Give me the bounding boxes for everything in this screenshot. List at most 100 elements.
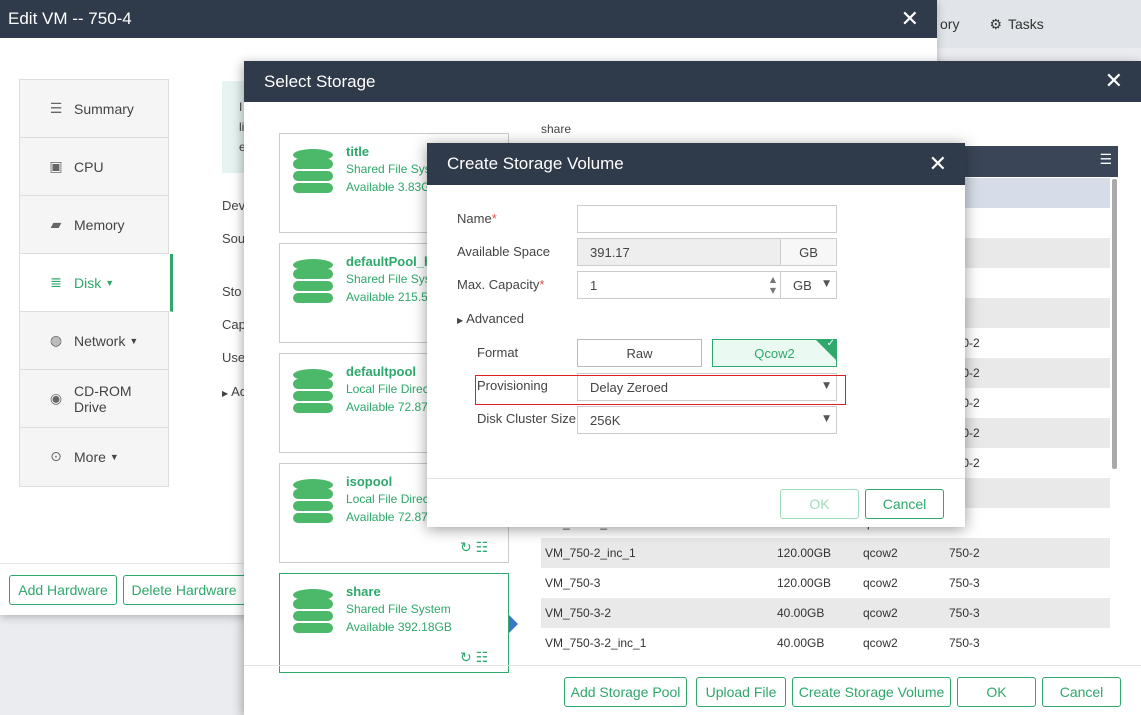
table-row[interactable]: VM_750-2_inc_1 120.00GB qcow2 750-2 <box>541 538 1110 568</box>
top-bar: ory ⚙ Tasks <box>936 0 1141 48</box>
table-scrollbar[interactable] <box>1112 179 1117 469</box>
table-row[interactable]: VM_750-3-2_inc_1 40.00GB qcow2 750-3 <box>541 628 1110 658</box>
capacity-label: Cap <box>222 317 246 332</box>
device-label: Dev <box>222 198 246 213</box>
available-space-label: Available Space <box>457 244 550 259</box>
storage-label: Sto <box>222 284 242 299</box>
create-storage-volume-button[interactable]: Create Storage Volume <box>792 677 951 707</box>
advanced-label[interactable]: ▶ Ac <box>222 384 246 399</box>
table-cell: qcow2 <box>863 576 898 590</box>
check-icon: ✓ <box>826 338 835 349</box>
table-cell: VM_750-2_inc_1 <box>545 546 636 560</box>
advanced-toggle[interactable]: ▶ Advanced <box>457 311 524 326</box>
nav-label: Network <box>74 332 126 349</box>
table-row[interactable]: VM_750-3-2 40.00GB qcow2 750-3 <box>541 598 1110 628</box>
edit-vm-nav: ☰ Summary ▣ CPU ▰ Memory ≣ Disk ▼ ◍ Netw… <box>19 79 173 487</box>
close-icon[interactable]: ✕ <box>929 152 947 177</box>
nav-label: More <box>74 449 106 465</box>
edit-vm-header: Edit VM -- 750-4 ✕ <box>0 0 937 38</box>
format-label: Format <box>477 345 519 360</box>
caret-down-icon: ▼ <box>109 452 119 462</box>
pool-available: Available 392.18GB <box>346 620 452 634</box>
nav-label: Disk <box>74 274 102 291</box>
more-icon: ⊙ <box>50 449 62 465</box>
name-input[interactable] <box>577 205 837 233</box>
selected-pointer <box>509 615 518 633</box>
nav-item-network[interactable]: ◍ Network ▼ <box>20 312 168 370</box>
pool-card-selected[interactable]: share Shared File System Available 392.1… <box>279 573 509 673</box>
table-cell: VM_750-3 <box>545 576 601 590</box>
table-cell: 750-2 <box>949 546 980 560</box>
disc-icon: ◉ <box>49 390 63 407</box>
add-storage-pool-button[interactable]: Add Storage Pool <box>564 677 687 707</box>
disk-cluster-size-select[interactable]: 256K ▼ <box>577 406 837 434</box>
list-icon: ☰ <box>49 100 63 117</box>
caret-down-icon: ▼ <box>129 335 139 346</box>
name-label: Name* <box>457 211 497 226</box>
table-cell: qcow2 <box>863 546 898 560</box>
stepper-icon[interactable]: ▲ ▼ <box>770 274 776 296</box>
delete-hardware-button[interactable]: Delete Hardware <box>123 575 244 605</box>
table-cell: 120.00GB <box>777 546 832 560</box>
database-icon <box>293 479 333 523</box>
disk-cluster-size-label: Disk Cluster Size <box>477 411 576 426</box>
tasks-tab[interactable]: ⚙ Tasks <box>989 16 1043 33</box>
create-volume-footer: OK Cancel <box>427 478 965 527</box>
pool-tools: ↻ ☷ <box>460 540 488 556</box>
menu-icon[interactable]: ☰ <box>1099 152 1112 168</box>
upload-file-button[interactable]: Upload File <box>696 677 786 707</box>
max-capacity-input[interactable]: 1 ▲ ▼ <box>577 271 781 299</box>
table-cell: VM_750-3-2_inc_1 <box>545 636 647 650</box>
close-icon[interactable]: ✕ <box>1105 69 1123 94</box>
cancel-button[interactable]: Cancel <box>865 489 944 519</box>
select-storage-header: Select Storage ✕ <box>244 61 1141 102</box>
caret-right-icon: ▶ <box>222 389 229 398</box>
history-tab[interactable]: ory <box>940 16 959 32</box>
cluster-value: 256K <box>590 412 621 428</box>
max-capacity-unit-select[interactable]: GB ▼ <box>780 271 837 299</box>
nav-item-cpu[interactable]: ▣ CPU <box>20 138 168 196</box>
table-cell: 750-3 <box>949 576 980 590</box>
cancel-button[interactable]: Cancel <box>1042 677 1121 707</box>
nav-label: CD-ROM Drive <box>73 382 132 415</box>
nav-item-disk[interactable]: ≣ Disk ▼ <box>20 254 173 312</box>
table-cell: 40.00GB <box>777 636 825 650</box>
caret-down-icon: ▼ <box>823 414 830 424</box>
create-storage-volume-dialog: Create Storage Volume ✕ Name* Available … <box>427 143 965 527</box>
ok-button[interactable]: OK <box>957 677 1036 707</box>
edit-vm-title: Edit VM -- 750-4 <box>8 9 132 28</box>
edit-vm-footer: Add Hardware Delete Hardware <box>0 563 244 615</box>
format-qcow2-label: Qcow2 <box>754 345 795 361</box>
table-cell: qcow2 <box>863 636 898 650</box>
pool-title: share <box>541 122 572 136</box>
nav-item-memory[interactable]: ▰ Memory <box>20 196 168 254</box>
table-cell: 120.00GB <box>777 576 832 590</box>
max-capacity-value: 1 <box>590 277 598 293</box>
nav-item-summary[interactable]: ☰ Summary <box>20 80 168 138</box>
add-hardware-button[interactable]: Add Hardware <box>9 575 117 605</box>
highlight-box <box>475 375 846 405</box>
refresh-icon[interactable]: ↻ <box>460 650 472 666</box>
format-raw-button[interactable]: Raw <box>577 339 702 367</box>
table-row[interactable]: VM_750-3 120.00GB qcow2 750-3 <box>541 568 1110 598</box>
ok-button[interactable]: OK <box>780 489 859 519</box>
nav-item-cdrom[interactable]: ◉ CD-ROM Drive <box>20 370 168 428</box>
unit-value: GB <box>793 277 812 293</box>
format-qcow2-button[interactable]: Qcow2 ✓ <box>712 338 837 367</box>
nav-label: Memory <box>74 216 125 233</box>
list-settings-icon[interactable]: ☷ <box>476 540 489 556</box>
close-icon[interactable]: ✕ <box>901 7 919 32</box>
table-cell: qcow2 <box>863 606 898 620</box>
nav-item-more[interactable]: ⊙ More ▼ <box>20 428 168 486</box>
max-capacity-label: Max. Capacity* <box>457 277 545 292</box>
usage-label: Use <box>222 350 246 365</box>
globe-icon: ◍ <box>49 332 63 349</box>
table-cell: 750-3 <box>949 636 980 650</box>
pool-tools: ↻ ☷ <box>460 650 488 666</box>
nav-label: CPU <box>74 158 104 175</box>
refresh-icon[interactable]: ↻ <box>460 540 472 556</box>
list-settings-icon[interactable]: ☷ <box>476 650 489 666</box>
memory-icon: ▰ <box>50 216 62 233</box>
caret-down-icon: ▼ <box>105 277 115 288</box>
select-storage-footer: Add Storage Pool Upload File Create Stor… <box>244 665 1141 715</box>
